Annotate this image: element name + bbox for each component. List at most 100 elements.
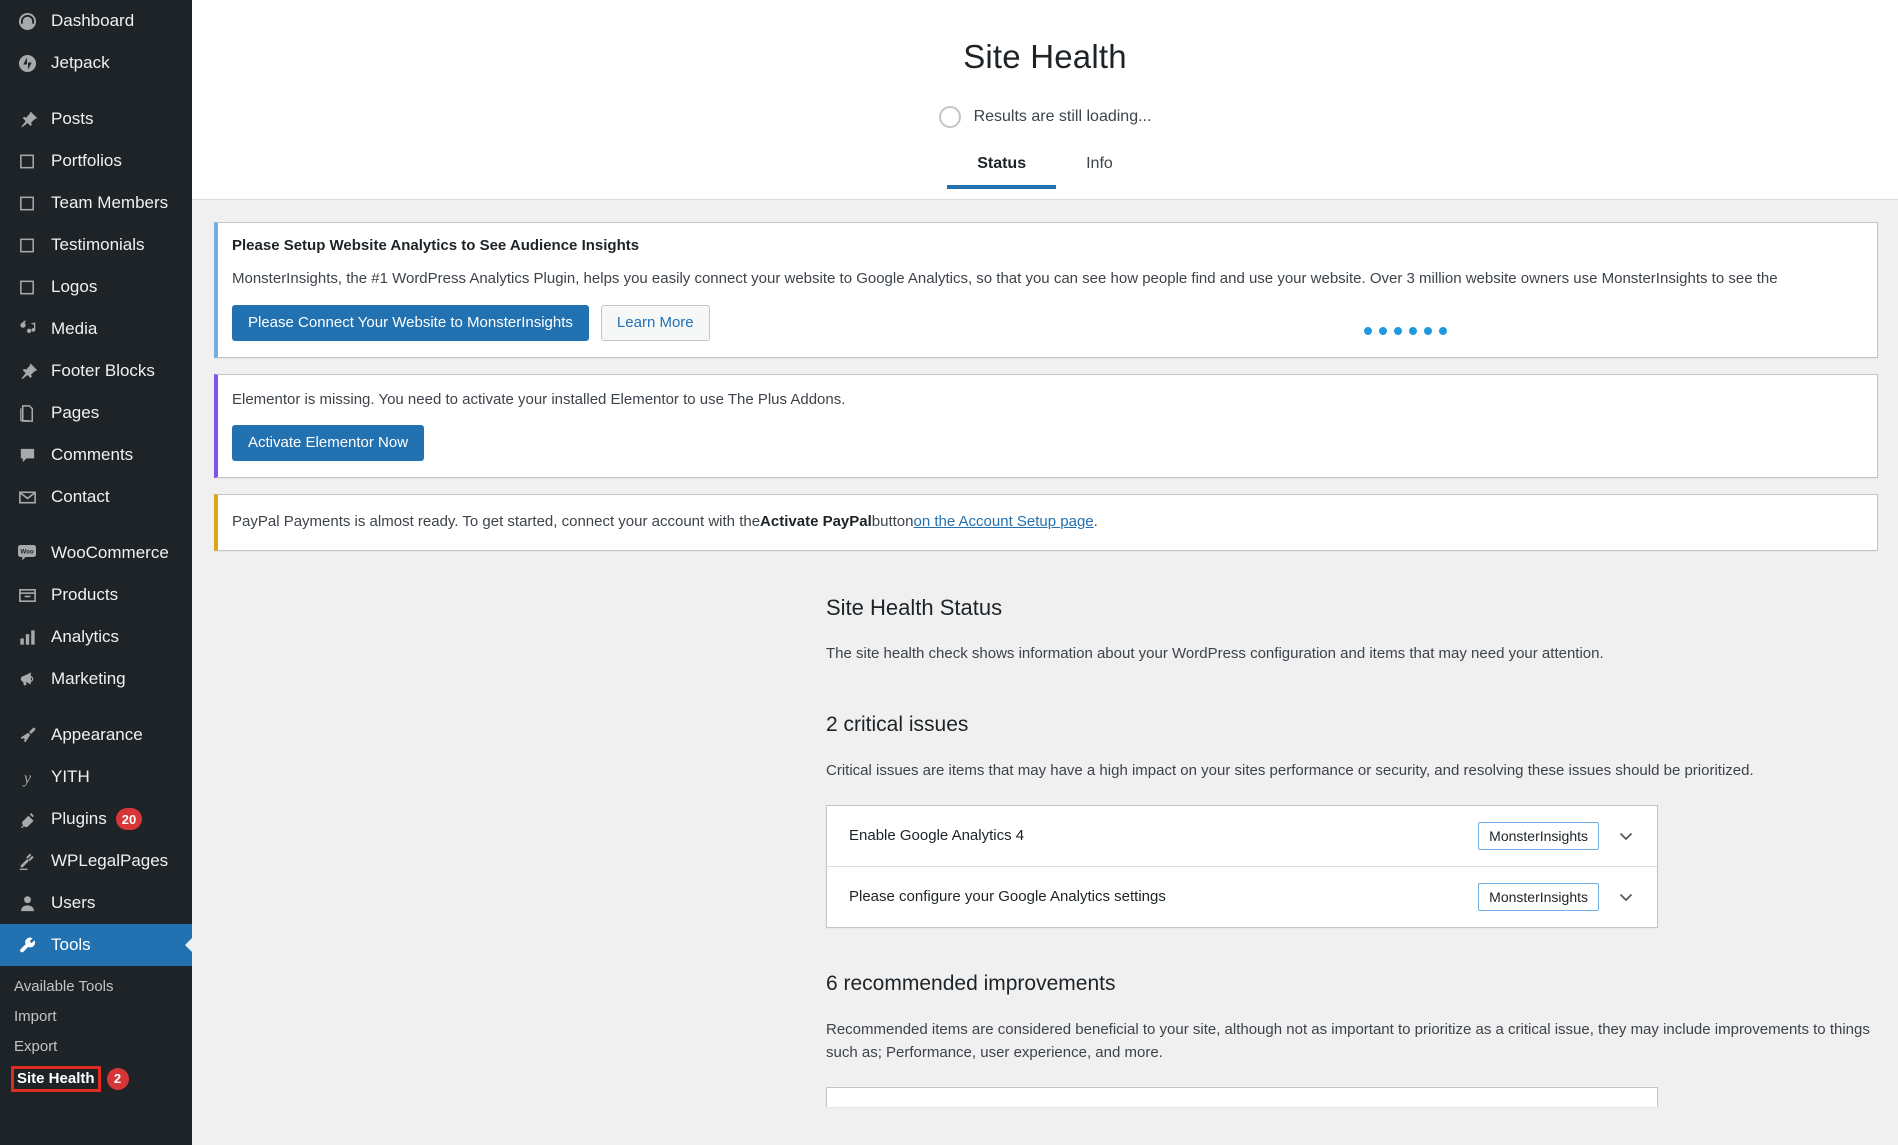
sidebar-item-label: Footer Blocks <box>51 361 192 381</box>
sidebar-item-products[interactable]: Products <box>0 574 192 616</box>
tab-info[interactable]: Info <box>1056 147 1143 189</box>
spinner-icon <box>939 106 961 128</box>
sidebar-item-team-members[interactable]: Team Members <box>0 182 192 224</box>
paypal-text-middle: button <box>872 511 914 534</box>
products-icon <box>14 586 40 605</box>
sidebar-item-label: Pages <box>51 403 192 423</box>
notice-elementor: Elementor is missing. You need to activa… <box>214 374 1878 479</box>
sidebar-item-logos[interactable]: Logos <box>0 266 192 308</box>
plug-icon <box>14 810 40 829</box>
carousel-dot[interactable] <box>1439 327 1447 335</box>
sidebar-item-wplegalpages[interactable]: WPLegalPages <box>0 840 192 882</box>
paypal-bold-label: Activate PayPal <box>760 511 872 534</box>
notice-elementor-text: Elementor is missing. You need to activa… <box>232 389 1865 412</box>
sidebar-item-tools[interactable]: Tools <box>0 924 192 966</box>
page-title: Site Health <box>192 0 1898 76</box>
comment-icon <box>14 446 40 465</box>
page-header: Site Health Results are still loading...… <box>192 0 1898 200</box>
sidebar-item-label: Logos <box>51 277 192 297</box>
critical-issue-label: Please configure your Google Analytics s… <box>849 888 1478 905</box>
submenu-item-site-health[interactable]: Site Health2 <box>0 1062 192 1096</box>
chevron-down-icon[interactable] <box>1613 884 1639 910</box>
sidebar-item-appearance[interactable]: Appearance <box>0 714 192 756</box>
sidebar-item-label: Contact <box>51 487 192 507</box>
submenu-item-available-tools[interactable]: Available Tools <box>0 972 192 1002</box>
sidebar-item-portfolios[interactable]: Portfolios <box>0 140 192 182</box>
sidebar-item-marketing[interactable]: Marketing <box>0 658 192 700</box>
sidebar-item-label: Jetpack <box>51 53 192 73</box>
activate-elementor-button[interactable]: Activate Elementor Now <box>232 425 424 461</box>
sidebar-item-posts[interactable]: Posts <box>0 98 192 140</box>
sidebar-item-label: Users <box>51 893 192 913</box>
sidebar-item-label: Team Members <box>51 193 192 213</box>
notice-elementor-actions: Activate Elementor Now <box>232 425 1865 461</box>
critical-issue-row[interactable]: Please configure your Google Analytics s… <box>827 867 1657 927</box>
submenu-item-export[interactable]: Export <box>0 1032 192 1062</box>
sidebar-item-label: Appearance <box>51 725 192 745</box>
sidebar-item-testimonials[interactable]: Testimonials <box>0 224 192 266</box>
sidebar-item-label: YITH <box>51 767 192 787</box>
sidebar-item-label: Plugins <box>51 809 107 829</box>
sidebar-item-woocommerce[interactable]: WooWooCommerce <box>0 532 192 574</box>
admin-sidebar: Dashboard Jetpack Posts Portfolios Team Memb… <box>0 0 192 1145</box>
sidebar-item-label: Portfolios <box>51 151 192 171</box>
connect-monsterinsights-button[interactable]: Please Connect Your Website to MonsterIn… <box>232 305 589 341</box>
notice-monsterinsights-text: MonsterInsights, the #1 WordPress Analyt… <box>232 268 1865 291</box>
learn-more-button[interactable]: Learn More <box>601 305 710 341</box>
notice-monsterinsights-actions: Please Connect Your Website to MonsterIn… <box>232 305 1865 341</box>
notice-monsterinsights-title: Please Setup Website Analytics to See Au… <box>232 237 1865 254</box>
submenu-item-import[interactable]: Import <box>0 1002 192 1032</box>
yith-icon: y <box>14 768 40 787</box>
carousel-dot[interactable] <box>1409 327 1417 335</box>
carousel-dot[interactable] <box>1364 327 1372 335</box>
svg-text:Woo: Woo <box>20 549 34 556</box>
sidebar-item-users[interactable]: Users <box>0 882 192 924</box>
sidebar-item-pages[interactable]: Pages <box>0 392 192 434</box>
submenu-item-label: Export <box>14 1038 57 1056</box>
critical-issue-row[interactable]: Enable Google Analytics 4MonsterInsights <box>827 806 1657 867</box>
submenu-item-label: Import <box>14 1008 57 1026</box>
sidebar-item-jetpack[interactable]: Jetpack <box>0 42 192 84</box>
carousel-dot[interactable] <box>1394 327 1402 335</box>
tab-status[interactable]: Status <box>947 147 1056 189</box>
loading-label: Results are still loading... <box>974 108 1152 126</box>
notice-paypal-text: PayPal Payments is almost ready. To get … <box>232 511 1865 534</box>
recommended-issues-list <box>826 1087 1658 1107</box>
account-setup-link[interactable]: on the Account Setup page <box>914 511 1094 534</box>
sidebar-item-label: WPLegalPages <box>51 851 192 871</box>
sidebar-item-plugins[interactable]: Plugins 20 <box>0 798 192 840</box>
issue-source-badge: MonsterInsights <box>1478 883 1599 911</box>
issue-source-badge: MonsterInsights <box>1478 822 1599 850</box>
sidebar-item-contact[interactable]: Contact <box>0 476 192 518</box>
paypal-text-before: PayPal Payments is almost ready. To get … <box>232 511 760 534</box>
sidebar-item-analytics[interactable]: Analytics <box>0 616 192 658</box>
main-content: Site Health Results are still loading...… <box>192 0 1898 1145</box>
sidebar-item-yith[interactable]: y YITH <box>0 756 192 798</box>
health-tabs: Status Info <box>192 147 1898 189</box>
site-health-description: The site health check shows information … <box>826 643 1874 666</box>
carousel-dot[interactable] <box>1379 327 1387 335</box>
pin-icon <box>14 362 40 381</box>
wrench-icon <box>14 936 40 955</box>
sidebar-item-footer-blocks[interactable]: Footer Blocks <box>0 350 192 392</box>
carousel-dot[interactable] <box>1424 327 1432 335</box>
sidebar-item-comments[interactable]: Comments <box>0 434 192 476</box>
critical-issues-heading: 2 critical issues <box>826 713 1874 737</box>
user-icon <box>14 894 40 913</box>
chevron-down-icon[interactable] <box>1613 823 1639 849</box>
sidebar-item-label: Dashboard <box>51 11 192 31</box>
jetpack-icon <box>14 54 40 73</box>
sidebar-item-media[interactable]: Media <box>0 308 192 350</box>
bar-chart-icon <box>14 628 40 647</box>
megaphone-icon <box>14 670 40 689</box>
admin-notices: Please Setup Website Analytics to See Au… <box>192 200 1898 551</box>
sidebar-item-count-badge: 20 <box>116 808 142 830</box>
submenu-item-label: Site Health <box>14 1069 98 1089</box>
carousel-dots[interactable] <box>1364 327 1447 335</box>
dashboard-icon <box>14 12 40 31</box>
svg-text:y: y <box>21 770 31 787</box>
section-spacer <box>826 928 1874 972</box>
sidebar-item-dashboard[interactable]: Dashboard <box>0 0 192 42</box>
square-icon <box>14 236 40 255</box>
recommended-description: Recommended items are considered benefic… <box>826 1018 1874 1065</box>
